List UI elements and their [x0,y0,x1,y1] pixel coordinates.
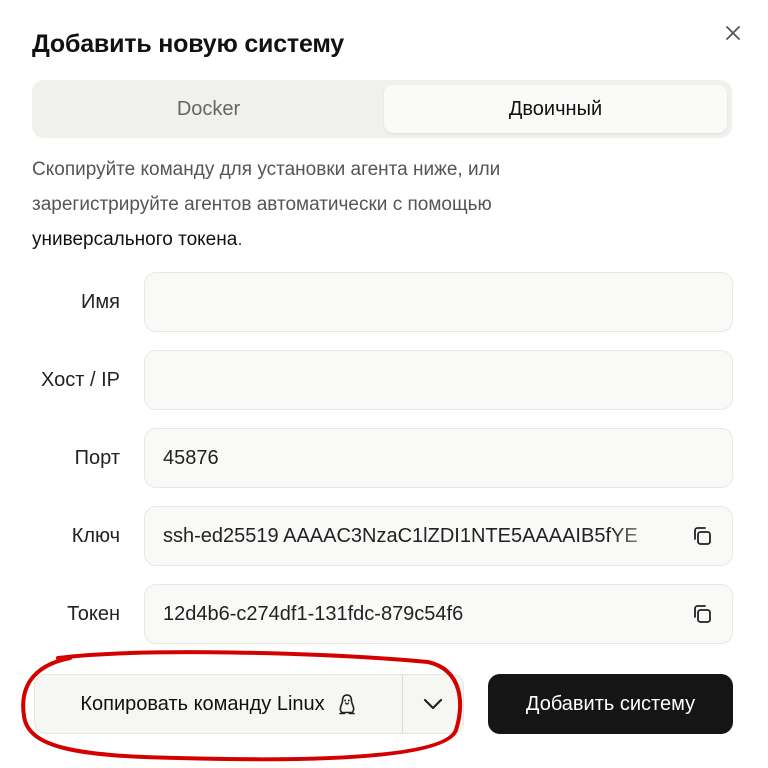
port-input[interactable] [163,446,714,470]
key-field[interactable]: ssh-ed25519 AAAAC3NzaC1lZDI1NTE5AAAAIB5f… [144,506,733,566]
port-label: Порт [74,446,120,469]
token-value: 12d4b6-c274df1-131fdc-879c54f6 [163,602,464,625]
close-icon [726,26,740,40]
port-row: Порт [0,428,768,488]
install-type-tabs: Docker Двоичный [32,80,732,138]
copy-token-button[interactable] [690,602,714,626]
copy-command-split-button: Копировать команду Linux [34,674,464,734]
copy-linux-command-button[interactable]: Копировать команду Linux [35,675,402,733]
description-line-1: Скопируйте команду для установки агента … [32,159,501,180]
host-row: Хост / IP [0,350,768,410]
chevron-down-icon [423,698,443,710]
copy-key-button[interactable] [690,524,714,548]
name-input[interactable] [163,290,714,314]
description-line-2: зарегистрируйте агентов автоматически с … [32,194,492,215]
port-field-wrap [144,428,733,488]
tab-docker[interactable]: Docker [37,85,380,133]
host-input[interactable] [163,368,714,392]
name-row: Имя [0,272,768,332]
tab-binary[interactable]: Двоичный [384,85,727,133]
token-row: Токен 12d4b6-c274df1-131fdc-879c54f6 [0,584,768,644]
copy-command-dropdown-button[interactable] [403,675,463,733]
token-field[interactable]: 12d4b6-c274df1-131fdc-879c54f6 [144,584,733,644]
dialog-title: Добавить новую систему [32,30,345,58]
linux-tux-icon [338,694,355,715]
copy-icon [694,605,711,623]
token-label: Токен [67,602,120,625]
close-button[interactable] [718,18,748,48]
key-label: Ключ [71,524,120,547]
key-row: Ключ ssh-ed25519 AAAAC3NzaC1lZDI1NTE5AAA… [0,506,768,566]
name-label: Имя [81,290,120,313]
name-field-wrap [144,272,733,332]
host-label: Хост / IP [41,368,120,391]
copy-command-label: Копировать команду Linux [80,692,325,715]
copy-icon [694,527,711,545]
add-system-button[interactable]: Добавить систему [488,674,733,734]
host-field-wrap [144,350,733,410]
key-value: ssh-ed25519 AAAAC3NzaC1lZDI1NTE5AAAAIB5f… [163,524,680,548]
description: Скопируйте команду для установки агента … [32,152,732,257]
add-system-dialog: Добавить новую систему Docker Двоичный С… [0,0,768,768]
description-end: . [237,229,243,250]
universal-token-link[interactable]: универсального токена [32,229,237,250]
